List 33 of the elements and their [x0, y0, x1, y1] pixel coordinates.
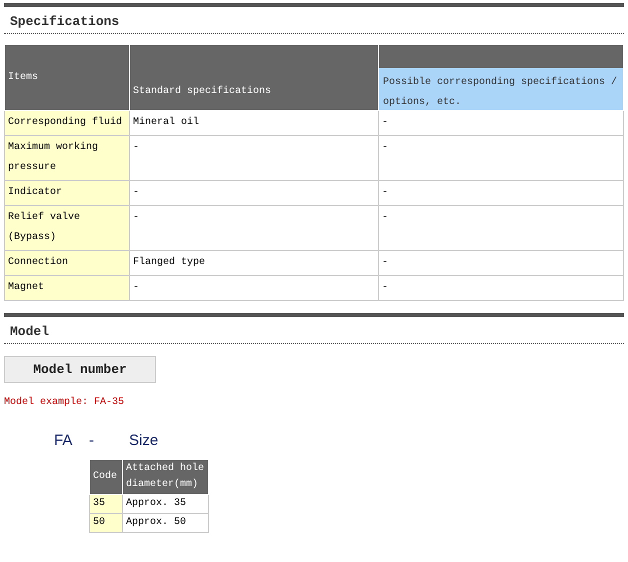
code-part: FA — [54, 432, 74, 449]
row-label: Magnet — [4, 276, 130, 300]
table-cell: - — [130, 136, 378, 180]
table-cell: - — [130, 276, 378, 300]
table-cell: - — [378, 206, 624, 250]
row-label: Corresponding fluid — [4, 110, 130, 136]
row-label: 35 — [90, 494, 122, 514]
table-cell: - — [378, 136, 624, 180]
row-label: Relief valve (Bypass) — [4, 206, 130, 250]
table-cell: Approx. 50 — [122, 514, 208, 532]
column-header: Possible corresponding specifications / options, etc. — [379, 68, 623, 110]
table-cell: - — [130, 180, 378, 206]
model-example: Model example: FA-35 — [4, 397, 126, 408]
section-title: Specifications — [4, 7, 624, 34]
table-cell: - — [378, 110, 624, 136]
table-cell: - — [378, 276, 624, 300]
table-cell: - — [378, 180, 624, 206]
row-label: Indicator — [4, 180, 130, 206]
table-cell: - — [130, 206, 378, 250]
table-cell: Approx. 35 — [122, 494, 208, 514]
code-part: - — [89, 432, 95, 449]
section-title: Model — [4, 317, 624, 344]
table-cell: Mineral oil — [130, 110, 378, 136]
table-cell: Flanged type — [130, 250, 378, 276]
table-cell: - — [378, 250, 624, 276]
code-part: Size — [129, 432, 158, 449]
column-header: Code — [90, 460, 122, 494]
column-header: Attached hole diameter(mm) — [122, 460, 208, 494]
column-header: Standard specifications — [130, 44, 378, 110]
row-label: 50 — [90, 514, 122, 532]
column-header: Items — [4, 44, 130, 110]
row-label: Maximum working pressure — [4, 136, 130, 180]
row-label: Connection — [4, 250, 130, 276]
